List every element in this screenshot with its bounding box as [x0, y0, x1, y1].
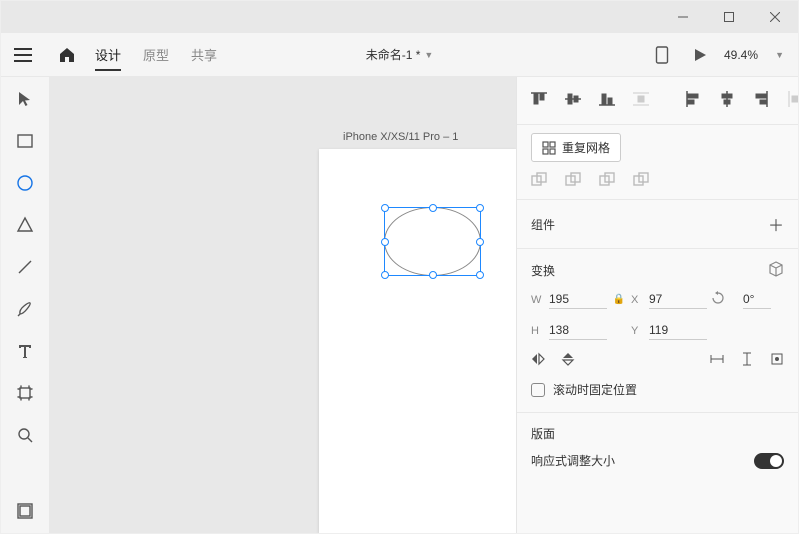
home-button[interactable]: [45, 33, 89, 77]
bool-exclude-button[interactable]: [633, 172, 649, 191]
x-label: X: [631, 294, 645, 306]
width-input[interactable]: [549, 290, 607, 309]
window-close-button[interactable]: [752, 1, 798, 33]
flip-vertical-button[interactable]: [561, 352, 575, 369]
lock-aspect-button[interactable]: 🔒: [611, 294, 627, 305]
resize-handle-ml[interactable]: [381, 238, 389, 246]
play-button[interactable]: [686, 41, 714, 69]
fix-position-label: 滚动时固定位置: [553, 381, 637, 398]
tool-sidebar: [1, 77, 49, 533]
bool-subtract-button[interactable]: [565, 172, 581, 191]
polygon-tool[interactable]: [13, 213, 37, 237]
bool-intersect-button[interactable]: [599, 172, 615, 191]
responsive-resize-toggle[interactable]: [754, 453, 784, 469]
distribute-h-button[interactable]: [787, 91, 798, 110]
document-title-text: 未命名-1 *: [366, 46, 421, 63]
resize-handle-bm[interactable]: [429, 271, 437, 279]
scroll-v-icon[interactable]: [740, 352, 754, 369]
tab-prototype[interactable]: 原型: [143, 33, 169, 77]
align-middle-h-button[interactable]: [565, 91, 581, 110]
resize-handle-bl[interactable]: [381, 271, 389, 279]
scroll-h-icon[interactable]: [710, 352, 724, 369]
rectangle-tool[interactable]: [13, 129, 37, 153]
add-component-button[interactable]: ＋: [768, 212, 784, 236]
responsive-resize-label: 响应式调整大小: [531, 452, 615, 469]
assets-panel-button[interactable]: [13, 499, 37, 523]
flip-horizontal-button[interactable]: [531, 352, 545, 369]
tab-design[interactable]: 设计: [95, 33, 121, 77]
line-tool[interactable]: [13, 255, 37, 279]
resize-handle-tl[interactable]: [381, 204, 389, 212]
h-label: H: [531, 325, 545, 337]
zoom-value: 49.4%: [724, 48, 758, 62]
pen-tool[interactable]: [13, 297, 37, 321]
align-center-v-button[interactable]: [719, 91, 735, 110]
properties-panel: 重复网格 组件 ＋ 变换 W 🔒 X: [516, 77, 798, 533]
x-input[interactable]: [649, 290, 707, 309]
height-input[interactable]: [549, 321, 607, 340]
ellipse-tool[interactable]: [13, 171, 37, 195]
resize-handle-mr[interactable]: [476, 238, 484, 246]
zoom-tool[interactable]: [13, 423, 37, 447]
rotation-input[interactable]: [743, 290, 771, 309]
tab-share[interactable]: 共享: [191, 33, 217, 77]
zoom-control[interactable]: 49.4% ▼: [724, 48, 784, 62]
scroll-both-icon[interactable]: [770, 352, 784, 369]
component-section-label: 组件: [531, 216, 555, 233]
y-input[interactable]: [649, 321, 707, 340]
select-tool[interactable]: [13, 87, 37, 111]
text-tool[interactable]: [13, 339, 37, 363]
y-label: Y: [631, 325, 645, 337]
repeat-grid-label: 重复网格: [562, 139, 610, 156]
cube-3d-icon[interactable]: [768, 261, 784, 280]
resize-handle-br[interactable]: [476, 271, 484, 279]
hamburger-menu-button[interactable]: [1, 33, 45, 77]
align-left-button[interactable]: [685, 91, 701, 110]
repeat-grid-button[interactable]: 重复网格: [531, 133, 621, 162]
resize-handle-tr[interactable]: [476, 204, 484, 212]
transform-section-label: 变换: [531, 262, 555, 279]
align-right-button[interactable]: [753, 91, 769, 110]
fix-position-checkbox[interactable]: [531, 383, 545, 397]
chevron-down-icon: ▼: [424, 50, 433, 60]
layout-section-label: 版面: [531, 425, 555, 442]
align-bottom-button[interactable]: [599, 91, 615, 110]
document-title[interactable]: 未命名-1 * ▼: [366, 46, 434, 63]
device-preview-button[interactable]: [648, 41, 676, 69]
w-label: W: [531, 294, 545, 306]
canvas[interactable]: iPhone X/XS/11 Pro – 1: [49, 77, 516, 533]
window-maximize-button[interactable]: [706, 1, 752, 33]
selection-bounds[interactable]: [384, 207, 481, 276]
window-minimize-button[interactable]: [660, 1, 706, 33]
resize-handle-tm[interactable]: [429, 204, 437, 212]
align-top-button[interactable]: [531, 91, 547, 110]
bool-add-button[interactable]: [531, 172, 547, 191]
artboard-tool[interactable]: [13, 381, 37, 405]
artboard-label[interactable]: iPhone X/XS/11 Pro – 1: [343, 131, 458, 143]
chevron-down-icon: ▼: [775, 50, 784, 60]
rotation-icon: [711, 291, 739, 308]
distribute-v-button[interactable]: [633, 91, 649, 110]
